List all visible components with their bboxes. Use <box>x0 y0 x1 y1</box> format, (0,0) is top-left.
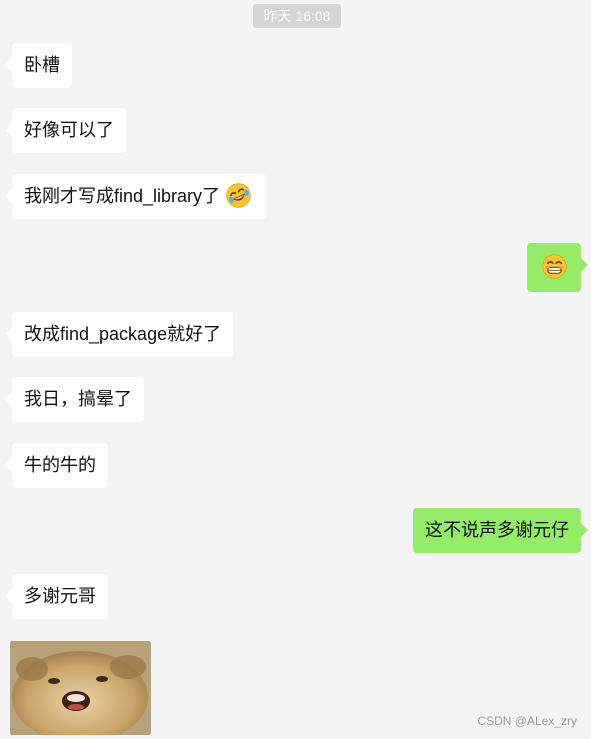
cat-face-sticker[interactable] <box>10 641 151 735</box>
incoming-message-bubble[interactable]: 我刚才写成find_library了 <box>4 174 267 219</box>
message-text: 我日，搞晕了 <box>24 389 132 409</box>
rofl-emoji-icon <box>226 183 251 208</box>
cat-face-sticker-icon <box>10 641 151 735</box>
outgoing-message-bubble[interactable] <box>527 243 588 292</box>
message-text: 我刚才写成find_library了 <box>24 186 221 206</box>
incoming-message-bubble[interactable]: 多谢元哥 <box>5 574 108 619</box>
incoming-message-bubble[interactable]: 好像可以了 <box>5 108 126 153</box>
incoming-message-bubble[interactable]: 牛的牛的 <box>5 443 108 488</box>
message-text: 改成find_package就好了 <box>24 324 222 344</box>
message-text: 卧槽 <box>24 55 60 75</box>
outgoing-message-bubble[interactable]: 这不说声多谢元仔 <box>413 508 588 553</box>
message-text: 这不说声多谢元仔 <box>425 520 569 540</box>
message-timestamp: 昨天 16:08 <box>253 4 341 28</box>
watermark: CSDN @ALex_zry <box>477 714 577 728</box>
incoming-message-bubble[interactable]: 我日，搞晕了 <box>5 377 144 422</box>
incoming-message-bubble[interactable]: 改成find_package就好了 <box>4 312 234 357</box>
message-text: 牛的牛的 <box>24 455 96 475</box>
incoming-message-bubble[interactable]: 卧槽 <box>5 43 72 88</box>
message-text: 好像可以了 <box>24 120 114 140</box>
chat-window: 昨天 16:08 卧槽 好像可以了 我刚才写成find_library了 改成f… <box>0 0 591 739</box>
message-text: 多谢元哥 <box>24 586 96 606</box>
grin-emoji-icon <box>541 254 567 279</box>
